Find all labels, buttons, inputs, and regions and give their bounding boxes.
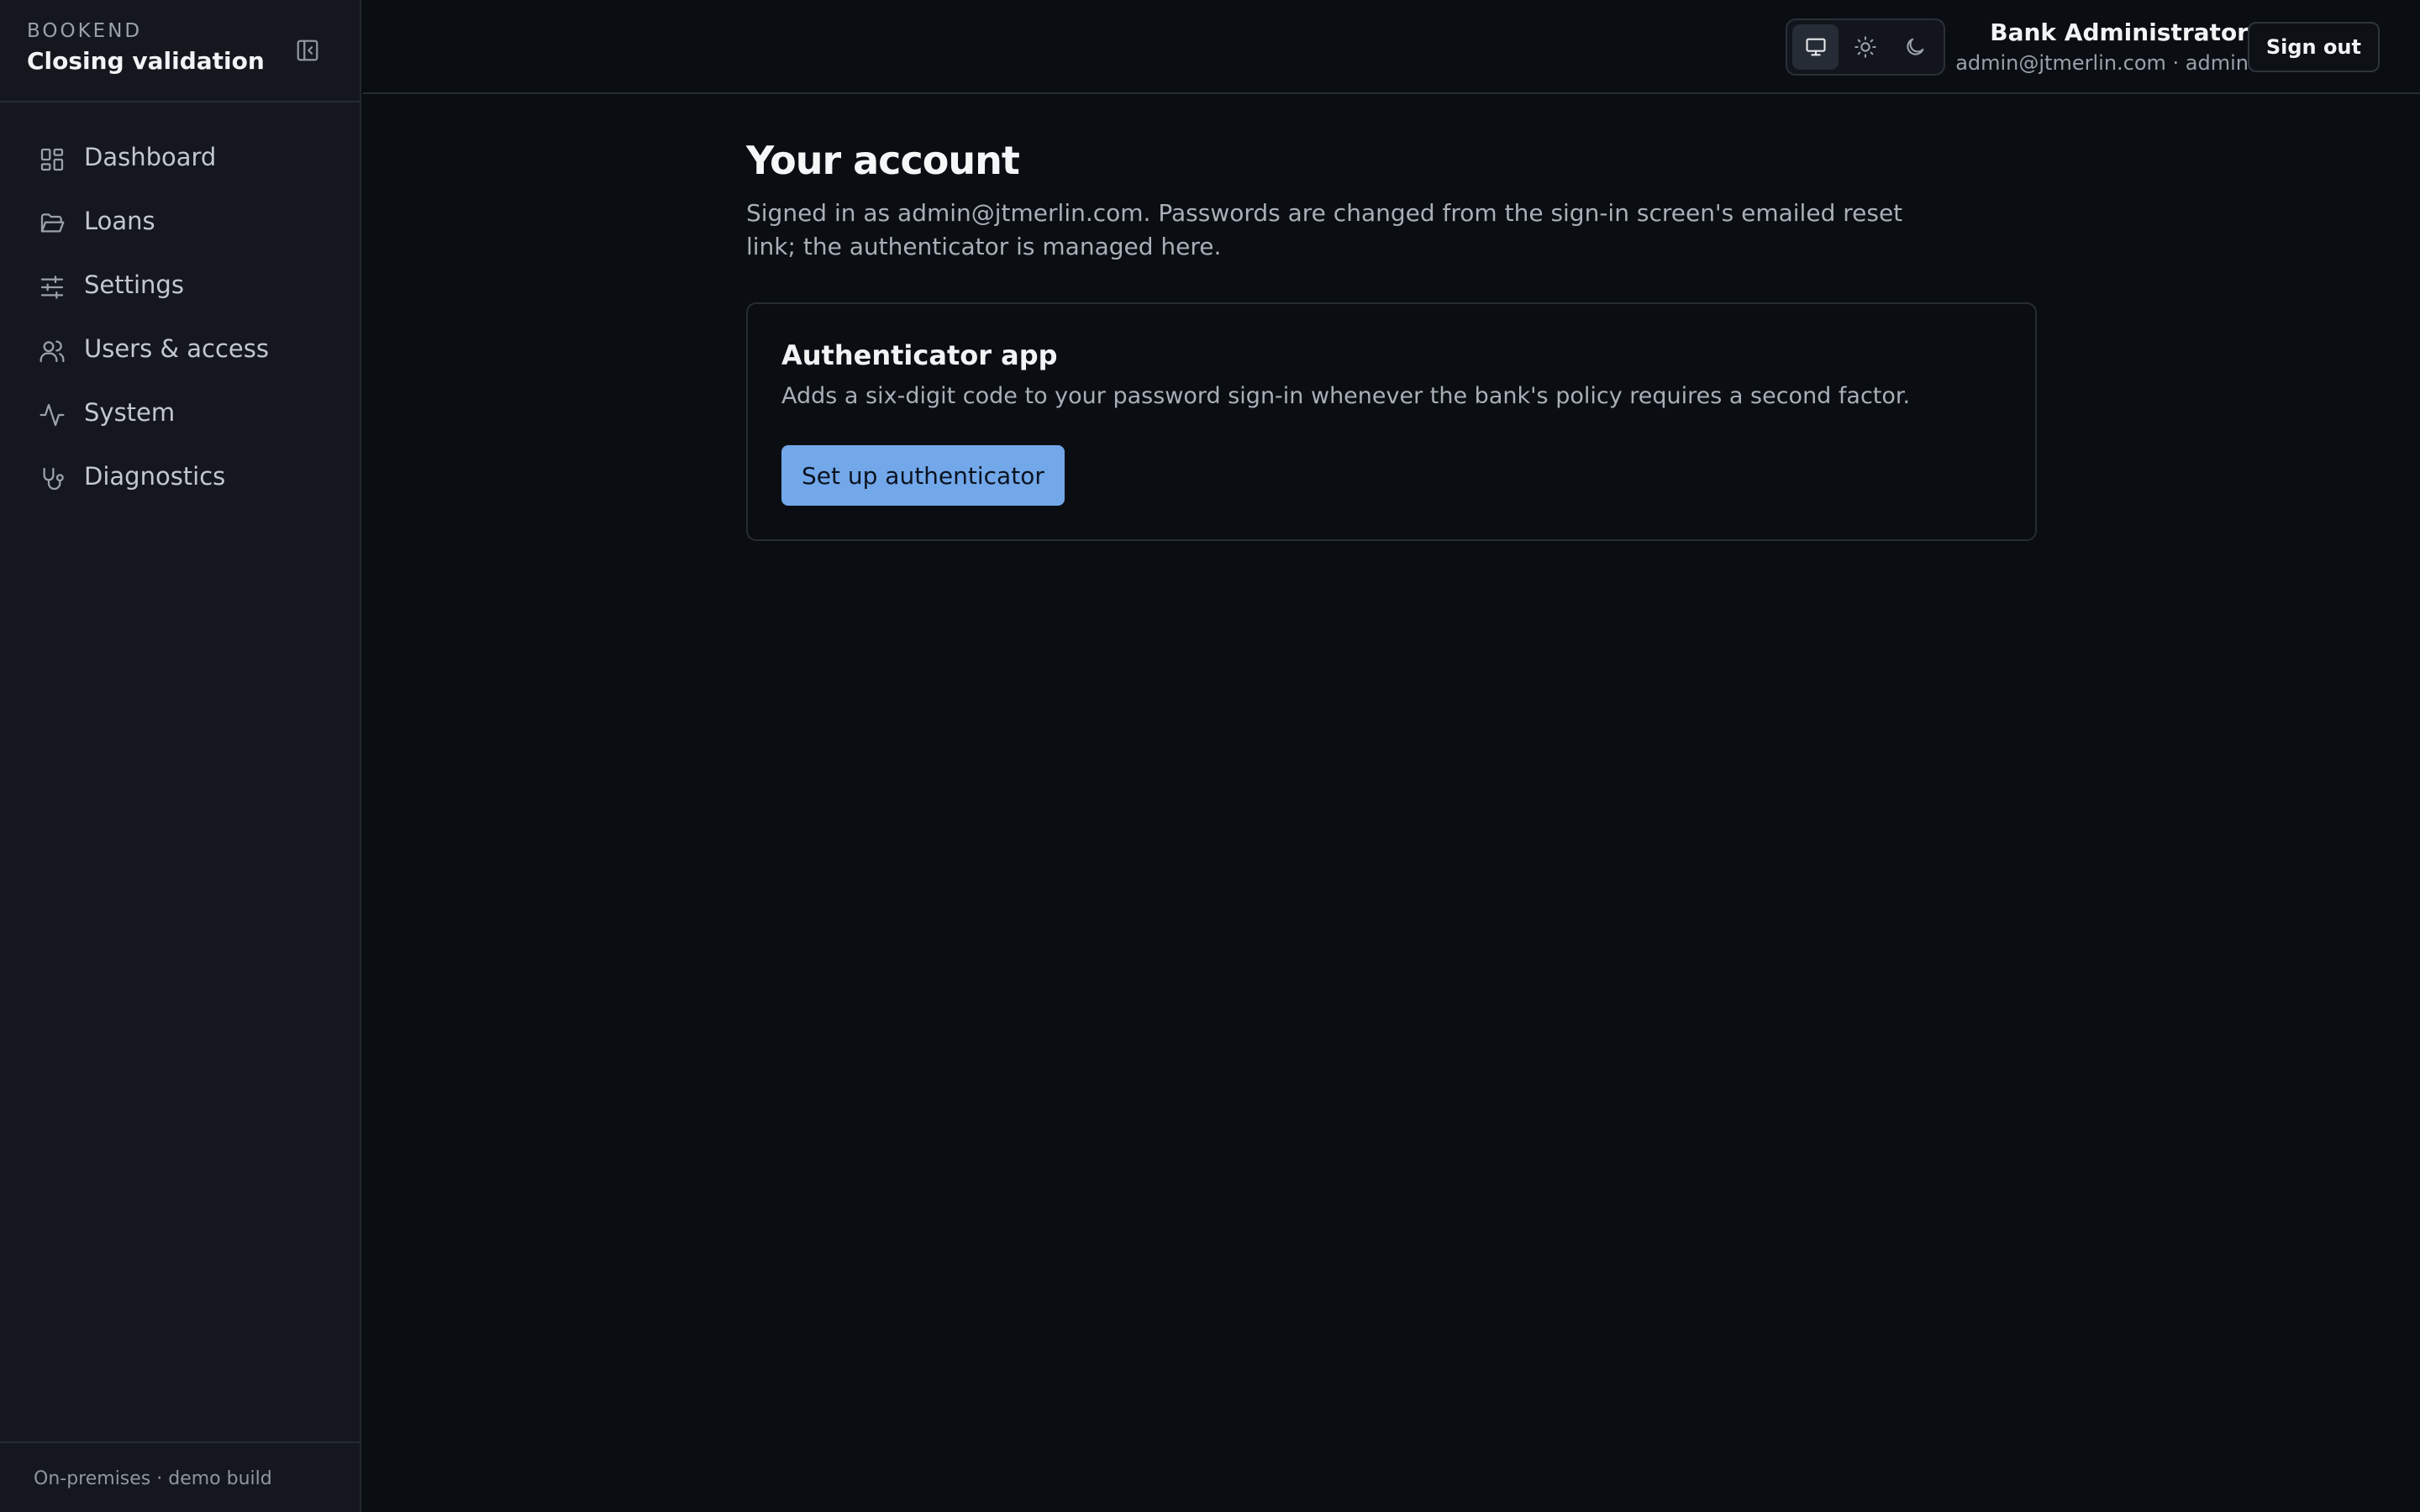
sidebar-nav: Dashboard Loans Settings Users & access … bbox=[0, 126, 361, 509]
sidebar-item-diagnostics[interactable]: Diagnostics bbox=[0, 445, 361, 509]
folder-open-icon bbox=[39, 210, 66, 237]
sidebar-item-users-access[interactable]: Users & access bbox=[0, 318, 361, 381]
sidebar-footer: On-premises · demo build bbox=[0, 1441, 361, 1512]
dashboard-icon bbox=[39, 146, 66, 173]
user-email: admin@jtmerlin.com · admin bbox=[1955, 51, 2249, 75]
users-icon bbox=[39, 338, 66, 365]
sidebar-item-settings[interactable]: Settings bbox=[0, 254, 361, 318]
sign-out-button[interactable]: Sign out bbox=[2247, 22, 2380, 72]
main-content: Your account Signed in as admin@jtmerlin… bbox=[746, 134, 2037, 541]
sidebar-item-dashboard[interactable]: Dashboard bbox=[0, 126, 361, 190]
activity-icon bbox=[39, 402, 66, 428]
sliders-icon bbox=[39, 274, 66, 301]
card-title: Authenticator app bbox=[781, 339, 1058, 371]
authenticator-card: Authenticator app Adds a six-digit code … bbox=[746, 302, 2037, 541]
top-bar: Bank Administrator admin@jtmerlin.com · … bbox=[363, 0, 2420, 94]
sidebar-item-label: Settings bbox=[84, 270, 184, 299]
sidebar: BOOKEND Closing validation Dashboard Loa… bbox=[0, 0, 361, 1512]
sidebar-item-label: Loans bbox=[84, 207, 155, 235]
sidebar-item-system[interactable]: System bbox=[0, 381, 361, 445]
build-info: On-premises · demo build bbox=[34, 1468, 272, 1489]
app-title: Closing validation bbox=[27, 47, 265, 75]
sun-icon bbox=[1854, 36, 1876, 58]
sidebar-item-label: Dashboard bbox=[84, 143, 217, 171]
card-description: Adds a six-digit code to your password s… bbox=[781, 383, 1911, 409]
monitor-icon bbox=[1806, 38, 1826, 56]
theme-light-button[interactable] bbox=[1842, 24, 1888, 70]
stethoscope-icon bbox=[39, 465, 66, 492]
moon-icon bbox=[1907, 38, 1924, 55]
current-user: Bank Administrator admin@jtmerlin.com · … bbox=[1955, 17, 2249, 77]
sidebar-item-loans[interactable]: Loans bbox=[0, 190, 361, 254]
brand-header: BOOKEND Closing validation bbox=[0, 0, 361, 102]
setup-authenticator-button[interactable]: Set up authenticator bbox=[781, 445, 1065, 506]
theme-switcher bbox=[1786, 18, 1945, 76]
sidebar-item-label: Users & access bbox=[84, 334, 269, 363]
sidebar-collapse-icon bbox=[297, 39, 318, 61]
sidebar-item-label: System bbox=[84, 398, 176, 427]
sidebar-item-label: Diagnostics bbox=[84, 462, 226, 491]
page-title: Your account bbox=[746, 138, 1020, 183]
app-root: BOOKEND Closing validation Dashboard Loa… bbox=[0, 0, 2420, 1512]
page-description: Signed in as admin@jtmerlin.com. Passwor… bbox=[746, 199, 1903, 260]
collapse-sidebar-button[interactable] bbox=[289, 35, 326, 66]
theme-system-button[interactable] bbox=[1792, 24, 1839, 70]
theme-dark-button[interactable] bbox=[1892, 24, 1939, 70]
user-name: Bank Administrator bbox=[1990, 18, 2249, 46]
brand-name: BOOKEND bbox=[27, 20, 143, 42]
